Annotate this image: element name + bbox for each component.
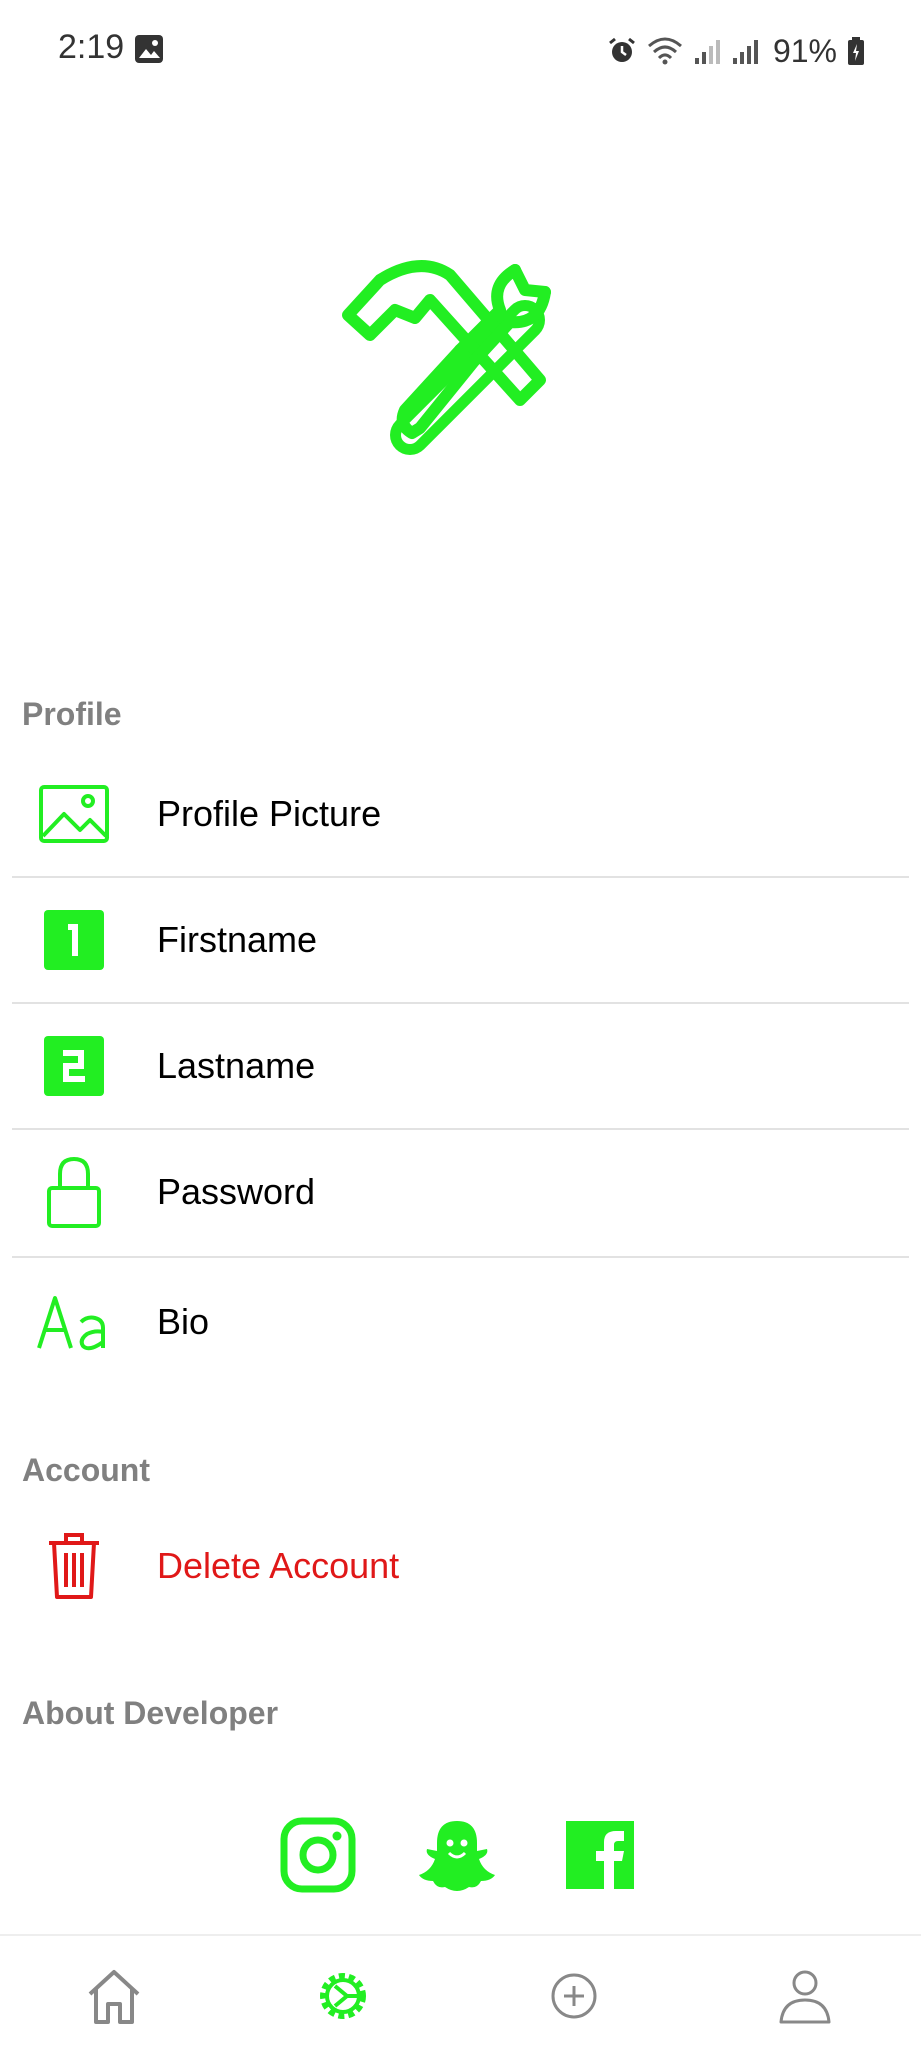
lastname-label: Lastname — [157, 1045, 316, 1086]
firstname-row[interactable]: Firstname — [12, 878, 909, 1002]
number-1-icon — [34, 900, 114, 980]
bio-row[interactable]: Bio — [12, 1260, 909, 1384]
password-label: Password — [157, 1171, 316, 1212]
firstname-label: Firstname — [157, 919, 318, 960]
wifi-icon — [647, 37, 682, 65]
number-2-icon — [34, 1026, 114, 1106]
battery-percent: 91% — [772, 32, 837, 69]
status-icons: 91% — [607, 28, 865, 74]
profile-icon[interactable] — [775, 1966, 835, 2026]
signal-icon-2 — [732, 40, 758, 64]
profile-picture-row[interactable]: Profile Picture — [12, 752, 909, 876]
alarm-icon — [609, 37, 635, 62]
snapchat-icon[interactable] — [417, 1815, 497, 1895]
text-icon — [34, 1282, 114, 1362]
section-header-profile: Profile — [22, 696, 122, 732]
bio-label: Bio — [157, 1301, 210, 1342]
profile-picture-label: Profile Picture — [157, 793, 382, 834]
instagram-icon[interactable] — [278, 1815, 358, 1895]
status-bar: 2:19 91% — [0, 0, 921, 100]
lock-icon — [34, 1152, 114, 1232]
image-icon — [34, 774, 114, 854]
home-icon[interactable] — [84, 1966, 144, 2026]
trash-icon — [34, 1526, 114, 1606]
facebook-icon[interactable] — [560, 1815, 640, 1895]
delete-account-label: Delete Account — [157, 1545, 400, 1586]
section-header-account: Account — [22, 1452, 150, 1488]
bottom-nav — [0, 1934, 921, 2050]
divider — [12, 1256, 909, 1258]
tools-icon — [342, 260, 551, 455]
lastname-row[interactable]: Lastname — [12, 1004, 909, 1128]
section-header-about-developer: About Developer — [22, 1695, 279, 1731]
settings-icon[interactable] — [313, 1966, 373, 2026]
delete-account-row[interactable]: Delete Account — [12, 1504, 909, 1628]
battery-icon — [848, 37, 864, 65]
signal-icon — [694, 40, 720, 64]
status-time: 2:19 — [58, 28, 125, 66]
password-row[interactable]: Password — [12, 1130, 909, 1254]
gallery-notification-icon — [135, 35, 163, 63]
add-icon[interactable] — [544, 1966, 604, 2026]
